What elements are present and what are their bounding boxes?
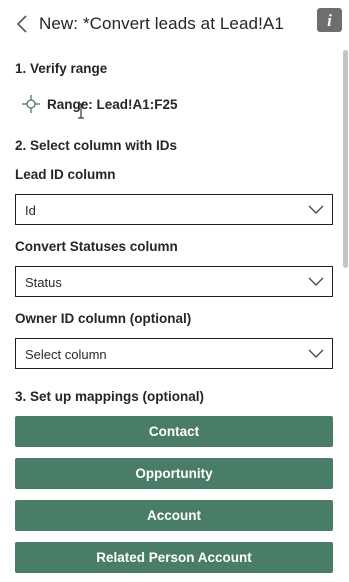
range-link[interactable]: Range: Lead!A1:F25 <box>22 93 178 115</box>
owner-id-select[interactable]: Select column <box>15 338 333 369</box>
range-text: Range: Lead!A1:F25 <box>47 96 178 112</box>
task-pane: New: *Convert leads at Lead!A1 i 1. Veri… <box>0 0 349 582</box>
lead-id-label: Lead ID column <box>15 167 116 182</box>
section-heading-mappings: 3. Set up mappings (optional) <box>15 389 204 404</box>
mapping-button-related-person-account[interactable]: Related Person Account <box>15 542 333 573</box>
info-button[interactable]: i <box>317 8 342 32</box>
mapping-button-opportunity[interactable]: Opportunity <box>15 458 333 489</box>
lead-id-select[interactable]: Id <box>15 194 333 225</box>
section-heading-select-ids: 2. Select column with IDs <box>15 138 178 153</box>
owner-id-value: Select column <box>25 347 107 362</box>
owner-id-label: Owner ID column (optional) <box>15 311 192 326</box>
chevron-down-icon <box>308 349 324 358</box>
crosshair-icon <box>22 95 40 113</box>
chevron-down-icon <box>308 205 324 214</box>
chevron-down-icon <box>308 277 324 286</box>
mapping-button-account[interactable]: Account <box>15 500 333 531</box>
text-cursor-icon <box>78 103 84 119</box>
page-title: New: *Convert leads at Lead!A1 <box>39 14 284 33</box>
convert-status-value: Status <box>25 275 62 290</box>
back-button[interactable] <box>12 12 32 36</box>
convert-status-label: Convert Statuses column <box>15 239 178 254</box>
scrollbar-thumb[interactable] <box>343 50 348 268</box>
info-icon: i <box>327 10 332 30</box>
convert-status-select[interactable]: Status <box>15 266 333 297</box>
chevron-left-icon <box>16 15 27 33</box>
mapping-button-contact[interactable]: Contact <box>15 416 333 447</box>
lead-id-value: Id <box>25 203 36 218</box>
pane-header: New: *Convert leads at Lead!A1 i <box>0 0 349 48</box>
section-heading-verify-range: 1. Verify range <box>15 61 108 76</box>
